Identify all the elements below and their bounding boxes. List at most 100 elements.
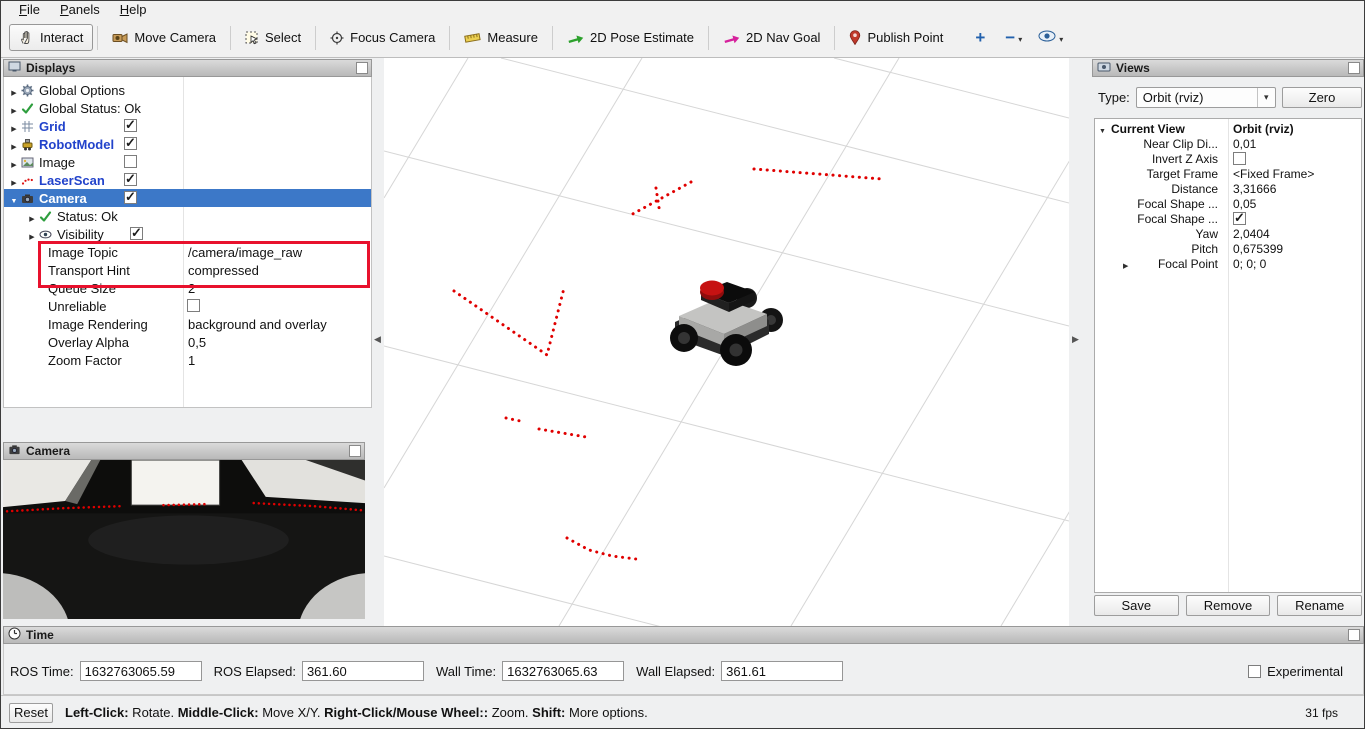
camera-enabled-checkbox[interactable]: [124, 191, 137, 204]
expander-icon[interactable]: [8, 137, 20, 152]
tool-visibility-caret-icon[interactable]: [1059, 30, 1063, 45]
view-row-focal-shape-fixed[interactable]: Focal Shape ...: [1095, 211, 1361, 226]
view-row-focal-point[interactable]: Focal Point 0; 0; 0: [1095, 256, 1361, 271]
expander-icon[interactable]: [8, 173, 20, 188]
displays-panel-titlebar[interactable]: Displays: [3, 59, 372, 77]
unreliable-checkbox[interactable]: [187, 299, 200, 312]
display-row-camera-status[interactable]: Status: Ok: [4, 207, 371, 225]
experimental-checkbox[interactable]: [1248, 665, 1261, 678]
toolbar-separator: [449, 26, 450, 50]
property-row-unreliable[interactable]: Unreliable: [4, 297, 371, 315]
collapse-left-icon[interactable]: [374, 330, 381, 345]
remove-tool-icon[interactable]: [1005, 28, 1015, 48]
robotmodel-enabled-checkbox[interactable]: [124, 137, 137, 150]
property-value[interactable]: compressed: [188, 263, 259, 278]
focal-shape-checkbox[interactable]: [1233, 212, 1246, 225]
property-row-transport-hint[interactable]: Transport Hint compressed: [4, 261, 371, 279]
expander-icon[interactable]: [8, 83, 20, 98]
display-row-global-status[interactable]: Global Status: Ok: [4, 99, 371, 117]
tool-focus-camera[interactable]: Focus Camera: [320, 24, 445, 51]
display-row-robotmodel[interactable]: RobotModel: [4, 135, 371, 153]
view-value[interactable]: 0,01: [1233, 137, 1256, 151]
tool-measure[interactable]: Measure: [454, 24, 548, 51]
views-panel-titlebar[interactable]: Views: [1092, 59, 1364, 77]
wall-time-input[interactable]: [502, 661, 624, 681]
property-row-image-rendering[interactable]: Image Rendering background and overlay: [4, 315, 371, 333]
collapse-right-icon[interactable]: [1072, 330, 1079, 345]
property-row-queue-size[interactable]: Queue Size 2: [4, 279, 371, 297]
zero-button[interactable]: Zero: [1282, 87, 1362, 108]
save-button[interactable]: Save: [1094, 595, 1179, 616]
expander-icon[interactable]: [8, 119, 20, 134]
view-value[interactable]: 3,31666: [1233, 182, 1276, 196]
view-row-focal-shape-size[interactable]: Focal Shape ... 0,05: [1095, 196, 1361, 211]
property-value[interactable]: background and overlay: [188, 317, 327, 332]
expander-icon[interactable]: [26, 209, 38, 224]
views-panel-float-button[interactable]: [1348, 62, 1360, 74]
display-row-visibility[interactable]: Visibility: [4, 225, 371, 243]
tool-interact[interactable]: Interact: [9, 24, 93, 51]
expander-icon[interactable]: [1099, 122, 1106, 136]
expander-icon[interactable]: [8, 155, 20, 170]
view-row-near-clip[interactable]: Near Clip Di... 0,01: [1095, 136, 1361, 151]
display-row-image[interactable]: Image: [4, 153, 371, 171]
reset-button[interactable]: Reset: [9, 703, 53, 723]
image-enabled-checkbox[interactable]: [124, 155, 137, 168]
view-row-target-frame[interactable]: Target Frame <Fixed Frame>: [1095, 166, 1361, 181]
view-row-current-view[interactable]: Current View Orbit (rviz): [1095, 121, 1361, 136]
view-row-distance[interactable]: Distance 3,31666: [1095, 181, 1361, 196]
property-row-image-topic[interactable]: Image Topic /camera/image_raw: [4, 243, 371, 261]
tool-2d-nav-goal[interactable]: 2D Nav Goal: [713, 24, 830, 51]
menu-help[interactable]: Help: [110, 2, 157, 17]
remove-tool-caret-icon[interactable]: [1018, 30, 1022, 45]
display-row-laserscan[interactable]: LaserScan: [4, 171, 371, 189]
camera-panel-float-button[interactable]: [349, 445, 361, 457]
view-value[interactable]: 2,0404: [1233, 227, 1270, 241]
menu-panels[interactable]: Panels: [50, 2, 110, 17]
time-panel-titlebar[interactable]: Time: [3, 626, 1364, 644]
remove-view-button[interactable]: Remove: [1186, 595, 1271, 616]
tool-move-camera[interactable]: Move Camera: [102, 24, 226, 51]
property-value[interactable]: 2: [188, 281, 195, 296]
tool-publish-point[interactable]: Publish Point: [839, 24, 953, 51]
expander-icon[interactable]: [26, 227, 38, 242]
view-value[interactable]: 0,675399: [1233, 242, 1283, 256]
time-panel-float-button[interactable]: [1348, 629, 1360, 641]
add-tool-icon[interactable]: [975, 28, 985, 48]
laserscan-enabled-checkbox[interactable]: [124, 173, 137, 186]
expander-icon[interactable]: [8, 191, 20, 206]
view-row-invert-z[interactable]: Invert Z Axis: [1095, 151, 1361, 166]
property-row-overlay-alpha[interactable]: Overlay Alpha 0,5: [4, 333, 371, 351]
view-row-yaw[interactable]: Yaw 2,0404: [1095, 226, 1361, 241]
display-row-global-options[interactable]: Global Options: [4, 81, 371, 99]
displays-panel-float-button[interactable]: [356, 62, 368, 74]
camera-panel-titlebar[interactable]: Camera: [3, 442, 365, 460]
view-row-pitch[interactable]: Pitch 0,675399: [1095, 241, 1361, 256]
display-row-grid[interactable]: Grid: [4, 117, 371, 135]
property-value[interactable]: 0,5: [188, 335, 206, 350]
ros-elapsed-input[interactable]: [302, 661, 424, 681]
ros-time-input[interactable]: [80, 661, 202, 681]
rename-view-button[interactable]: Rename: [1277, 595, 1362, 616]
view-value[interactable]: 0,05: [1233, 197, 1256, 211]
view-value[interactable]: <Fixed Frame>: [1233, 167, 1314, 181]
display-row-camera[interactable]: Camera: [4, 189, 371, 207]
grid-enabled-checkbox[interactable]: [124, 119, 137, 132]
3d-viewport[interactable]: [384, 58, 1069, 626]
wall-elapsed-input[interactable]: [721, 661, 843, 681]
tool-2d-pose-estimate[interactable]: 2D Pose Estimate: [557, 24, 704, 51]
hand-icon: [19, 30, 34, 45]
tool-visibility-icon[interactable]: [1038, 30, 1056, 45]
property-value[interactable]: /camera/image_raw: [188, 245, 302, 260]
menu-file[interactable]: File: [9, 2, 50, 17]
expander-icon[interactable]: [8, 101, 20, 116]
tool-select[interactable]: Select: [235, 24, 311, 51]
view-type-select[interactable]: Orbit (rviz): [1136, 87, 1276, 108]
property-value[interactable]: 1: [188, 353, 195, 368]
view-value[interactable]: 0; 0; 0: [1233, 257, 1266, 271]
magenta-arrow-icon: [723, 31, 740, 44]
invert-z-checkbox[interactable]: [1233, 152, 1246, 165]
view-label: Target Frame: [1095, 167, 1228, 181]
visibility-checkbox[interactable]: [130, 227, 143, 240]
property-row-zoom-factor[interactable]: Zoom Factor 1: [4, 351, 371, 369]
